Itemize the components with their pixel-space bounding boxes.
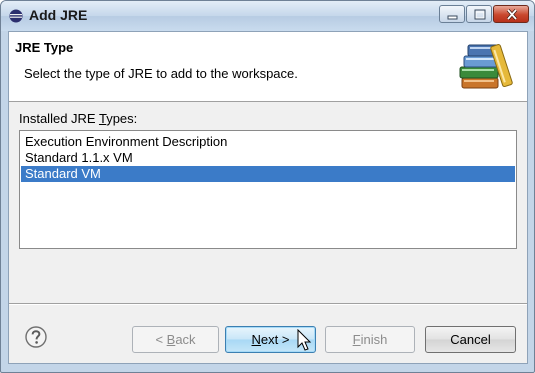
dialog-content: JRE Type Select the type of JRE to add t… bbox=[8, 31, 528, 364]
eclipse-icon bbox=[9, 9, 23, 23]
jre-types-list[interactable]: Execution Environment Description Standa… bbox=[19, 130, 517, 249]
list-item-standard-11x-vm[interactable]: Standard 1.1.x VM bbox=[21, 150, 515, 166]
mouse-cursor-icon bbox=[297, 329, 312, 351]
jre-books-icon bbox=[459, 44, 513, 89]
button-bar-separator bbox=[9, 303, 527, 305]
title-bar[interactable]: Add JRE bbox=[1, 1, 534, 31]
finish-button[interactable]: Finish bbox=[325, 326, 415, 353]
wizard-header: JRE Type Select the type of JRE to add t… bbox=[9, 32, 527, 102]
back-button[interactable]: < Back bbox=[132, 326, 219, 353]
list-item-standard-vm[interactable]: Standard VM bbox=[21, 166, 515, 182]
help-icon[interactable] bbox=[25, 326, 47, 348]
maximize-button[interactable] bbox=[466, 5, 492, 23]
maximize-icon bbox=[474, 9, 486, 20]
close-icon bbox=[506, 8, 518, 21]
close-button[interactable] bbox=[493, 5, 529, 23]
page-title: JRE Type bbox=[15, 40, 74, 55]
window-title: Add JRE bbox=[29, 7, 88, 23]
minimize-button[interactable] bbox=[439, 5, 465, 23]
minimize-icon bbox=[447, 15, 458, 20]
page-description: Select the type of JRE to add to the wor… bbox=[24, 66, 298, 81]
list-item-execution-environment[interactable]: Execution Environment Description bbox=[21, 134, 515, 150]
cancel-button[interactable]: Cancel bbox=[425, 326, 516, 353]
add-jre-dialog: Add JRE JRE Type Select the type of JRE … bbox=[0, 0, 535, 373]
installed-jre-types-label: Installed JRE Types: bbox=[19, 111, 138, 126]
